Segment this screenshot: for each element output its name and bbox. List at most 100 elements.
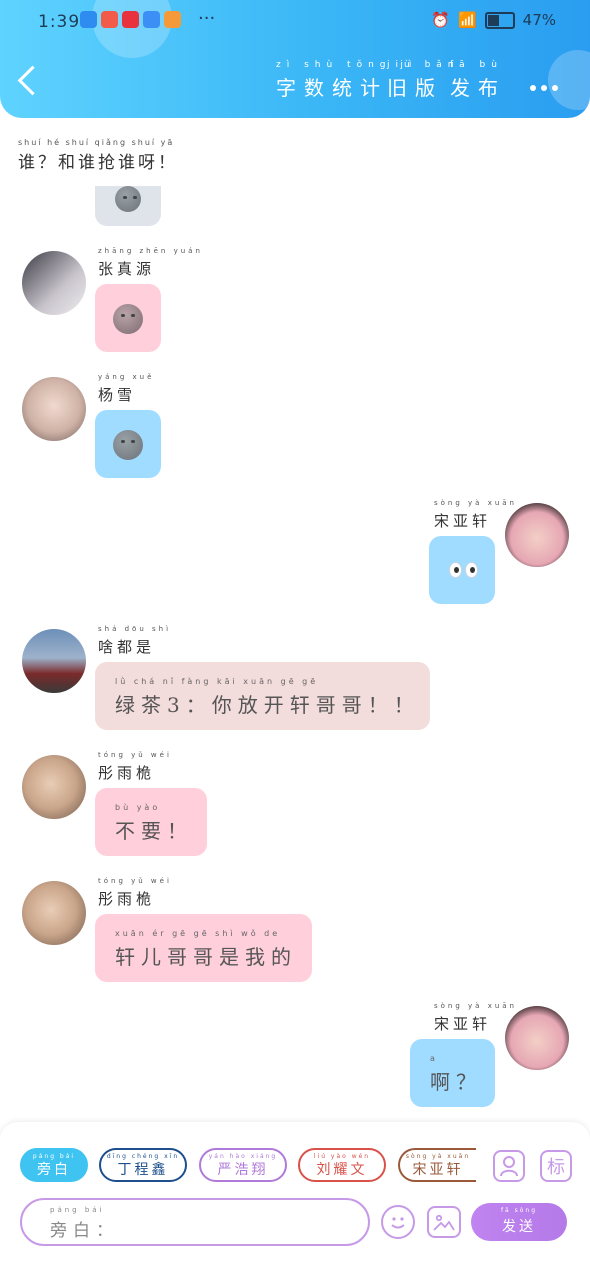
word-count-button[interactable]: zì shù tǒng jì 字数统计 [276,60,411,101]
notification-icons [80,11,181,28]
sender-name-pinyin: shá dōu shì [98,625,172,633]
role-chip-label: 刘耀文 [316,1162,368,1178]
role-chip-ding-chengxin[interactable]: dīng chéng xīn 丁程鑫 [99,1148,187,1182]
sender-name-text: 宋亚轩 [434,1015,492,1033]
input-placeholder-pinyin: páng bái [50,1206,105,1214]
alarm-icon: ⏰ [431,11,450,29]
message-bubble[interactable] [95,410,161,478]
role-chip-label: 严浩翔 [217,1162,269,1178]
emoji-face-icon [113,304,143,334]
message-bubble[interactable]: xuān ér gē gē shì wǒ de 轩儿哥哥是我的 [95,914,312,982]
tag-button[interactable]: 标 [540,1150,572,1182]
app-notification-icon [80,11,97,28]
battery-icon [484,11,515,29]
smiley-icon [391,1217,405,1229]
old-version-label: 旧版 [387,76,443,100]
message-bubble[interactable]: lǜ chá nǐ fàng kāi xuān gē gē 绿茶3：你放开轩哥哥… [95,662,430,730]
app-notification-icon [164,11,181,28]
avatar[interactable] [22,377,86,441]
old-version-pinyin: jiù bǎn [387,60,460,70]
notice-text: 谁？和谁抢谁呀！ [18,153,178,173]
avatar[interactable] [22,755,86,819]
emoji-button[interactable] [381,1205,415,1239]
add-role-button[interactable] [493,1150,525,1182]
back-arrow-icon[interactable] [17,65,48,96]
message-content: 轩儿哥哥是我的 [115,945,297,969]
notice-pinyin: shuí hé shuí qiǎng shuí yā [18,138,175,147]
message-pinyin: xuān ér gē gē shì wǒ de [115,929,281,938]
send-label: 发送 [502,1219,536,1235]
status-time: 1:39 [38,12,81,32]
sender-name: tóng yǔ wéi 彤雨桅 [98,877,169,909]
sender-name-text: 宋亚轩 [434,512,492,530]
message-text: xuān ér gē gē shì wǒ de 轩儿哥哥是我的 [115,929,297,970]
sender-name-pinyin: yáng xuě [98,373,155,381]
sender-name-pinyin: sòng yà xuān [434,499,517,507]
person-icon [500,1156,518,1177]
tag-button-label: 标 [547,1157,565,1178]
battery-level: 47% [522,11,556,29]
sender-name: sòng yà xuān 宋亚轩 [434,499,514,531]
send-button[interactable]: fā sòng 发送 [471,1203,567,1241]
word-count-label: 字数统计 [276,76,388,100]
sender-name: tóng yǔ wéi 彤雨桅 [98,751,169,783]
avatar[interactable] [22,251,86,315]
avatar[interactable] [22,881,86,945]
sender-name-pinyin: tóng yǔ wéi [98,877,172,885]
message-input[interactable]: páng bái 旁白： [20,1198,370,1246]
publish-button[interactable]: fā bù 发布 [450,60,506,101]
message-text: a 啊？ [430,1054,482,1095]
message-bubble[interactable] [429,536,495,604]
message-content: 不要！ [115,819,193,843]
avatar[interactable] [505,503,569,567]
message-content: 绿茶3：你放开轩哥哥！！ [115,693,420,717]
input-placeholder: páng bái 旁白： [50,1206,119,1241]
emoji-face-icon [113,430,143,460]
message-content: 啊？ [430,1070,482,1094]
input-placeholder-text: 旁白： [50,1221,119,1241]
old-version-button[interactable]: jiù bǎn 旧版 [387,60,454,101]
status-right: ⏰ 📶 47% [431,11,556,29]
app-notification-icon [122,11,139,28]
emoji-face-icon [115,186,141,212]
status-bar: 1:39 ··· ⏰ 📶 47% [0,0,590,44]
role-chip-yan-haoxiang[interactable]: yán hào xiáng 严浩翔 [199,1148,287,1182]
role-chip-pinyin: dīng chéng xīn [106,1153,180,1160]
more-options-icon[interactable] [530,85,558,91]
decor-bubble [548,50,590,110]
message-bubble[interactable]: bù yào 不要！ [95,788,207,856]
message-text: bù yào 不要！ [115,803,193,844]
sender-name-text: 彤雨桅 [98,890,156,908]
sender-name: shá dōu shì 啥都是 [98,625,168,657]
sender-name: zhāng zhēn yuán 张真源 [98,247,200,279]
app-notification-icon [143,11,160,28]
image-button[interactable] [427,1206,461,1238]
eyes-emoji-icon [449,562,478,578]
sender-name: sòng yà xuān 宋亚轩 [434,1002,514,1034]
top-app-bar: 1:39 ··· ⏰ 📶 47% zì shù tǒng jì 字数统计 jiù… [0,0,590,118]
avatar[interactable] [22,629,86,693]
message-bubble-partial[interactable] [95,186,161,226]
publish-pinyin: fā bù [450,60,503,70]
avatar[interactable] [505,1006,569,1070]
message-bubble[interactable]: a 啊？ [410,1039,495,1107]
role-chip-liu-yaowen[interactable]: liú yào wén 刘耀文 [298,1148,386,1182]
app-notification-icon [101,11,118,28]
role-chip-pinyin: yán hào xiáng [208,1153,278,1160]
sender-name-text: 彤雨桅 [98,764,156,782]
message-bubble[interactable] [95,284,161,352]
role-chip-song-yaxuan[interactable]: sòng yà xuān 宋亚轩 [398,1148,476,1182]
pinned-notice: shuí hé shuí qiǎng shuí yā 谁？和谁抢谁呀！ [18,138,178,173]
sender-name: yáng xuě 杨雪 [98,373,151,405]
message-pinyin: bù yào [115,803,161,812]
role-chip-pinyin: páng bái [32,1153,76,1160]
role-chip-label: 宋亚轩 [412,1162,464,1178]
message-pinyin: a [430,1054,438,1063]
send-pinyin: fā sòng [500,1207,538,1214]
message-pinyin: lǜ chá nǐ fàng kāi xuān gē gē [115,677,319,686]
wifi-icon: 📶 [457,11,477,29]
image-icon [433,1214,455,1231]
role-chip-label: 旁白 [37,1162,71,1178]
message-text: lǜ chá nǐ fàng kāi xuān gē gē 绿茶3：你放开轩哥哥… [115,677,420,718]
role-chip-narrator[interactable]: páng bái 旁白 [20,1148,88,1182]
